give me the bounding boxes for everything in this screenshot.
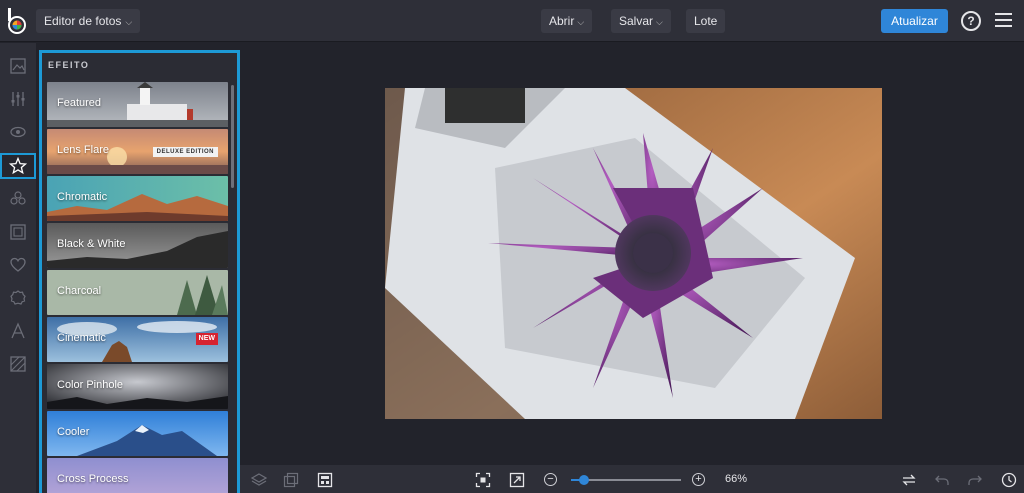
chevron-down-icon: ⌵ — [577, 17, 585, 27]
effect-label: Chromatic — [57, 191, 108, 203]
rail-effects[interactable] — [0, 153, 36, 179]
deluxe-edition-badge: DELUXE EDITION — [152, 147, 218, 157]
zoom-value: 66% — [725, 473, 748, 485]
rail-overlays[interactable] — [0, 285, 36, 311]
panel-scrollbar[interactable] — [231, 85, 234, 188]
effect-label: Lens Flare — [57, 144, 109, 156]
effect-cooler[interactable]: Cooler — [47, 411, 228, 456]
zoom-out-button[interactable]: − — [544, 473, 557, 486]
update-button[interactable]: Atualizar — [881, 9, 948, 33]
effect-color-pinhole[interactable]: Color Pinhole — [47, 364, 228, 409]
zoom-in-button[interactable]: + — [692, 473, 705, 486]
effect-cinematic[interactable]: Cinematic NEW — [47, 317, 228, 362]
zoom-slider-thumb[interactable] — [579, 475, 589, 485]
rail-text[interactable] — [0, 318, 36, 344]
effect-chromatic[interactable]: Chromatic — [47, 176, 228, 221]
photo-image — [385, 88, 882, 419]
effect-label: Charcoal — [57, 285, 102, 297]
open-button-label: Abrir — [549, 14, 575, 28]
effect-featured[interactable]: Featured — [47, 82, 228, 127]
effect-label: Black & White — [57, 238, 126, 250]
heart-icon — [10, 257, 26, 272]
effect-label: Cinematic — [57, 332, 106, 344]
chevron-down-icon: ⌵ — [125, 17, 133, 27]
effect-label: Featured — [57, 97, 102, 109]
chevron-down-icon: ⌵ — [656, 17, 663, 27]
help-icon[interactable]: ? — [961, 11, 981, 31]
befunky-logo-icon[interactable] — [6, 8, 28, 34]
rail-graphics[interactable] — [0, 252, 36, 278]
star-icon — [9, 157, 27, 175]
replace-image-icon[interactable] — [901, 472, 917, 488]
app-selector-label: Editor de fotos — [44, 14, 122, 28]
layout-icon[interactable] — [317, 472, 333, 488]
layers-icon[interactable] — [250, 472, 268, 488]
effects-panel: EFEITO Featured Lens Flare DELUXE EDITIO… — [39, 50, 240, 493]
effect-label: Color Pinhole — [57, 379, 124, 391]
rail-textures[interactable] — [0, 351, 36, 377]
undo-icon[interactable] — [934, 472, 950, 488]
new-badge: NEW — [195, 333, 218, 345]
photo-succulent[interactable] — [385, 88, 882, 419]
sliders-icon — [11, 92, 25, 106]
rail-edit-image[interactable] — [0, 53, 36, 79]
batch-button[interactable]: Lote — [686, 9, 726, 33]
open-button[interactable]: Abrir ⌵ — [541, 9, 593, 33]
rail-adjust[interactable] — [0, 86, 36, 112]
top-bar: Editor de fotos ⌵ Abrir ⌵ Salvar ⌵ Lote Atu… — [0, 0, 1024, 42]
rail-touch-up[interactable] — [0, 119, 36, 145]
hamburger-menu-icon[interactable] — [995, 13, 1012, 27]
image-icon — [10, 58, 26, 74]
effect-lens-flare[interactable]: Lens Flare DELUXE EDITION — [47, 129, 228, 174]
effect-cross-process[interactable]: Cross Process — [47, 458, 228, 493]
artsy-icon — [10, 191, 26, 205]
batch-button-label: Lote — [694, 14, 718, 28]
frame-icon — [10, 224, 26, 240]
redo-icon[interactable] — [967, 472, 983, 488]
app-selector[interactable]: Editor de fotos ⌵ — [36, 9, 141, 33]
badge-icon — [10, 290, 26, 305]
effect-charcoal[interactable]: Charcoal — [47, 270, 228, 315]
compare-icon[interactable] — [283, 472, 299, 488]
save-button-label: Salvar — [619, 14, 654, 28]
bottom-toolbar: − + 66% — [240, 465, 1024, 493]
text-icon — [11, 322, 25, 339]
fit-to-screen-icon[interactable] — [475, 472, 491, 488]
texture-icon — [10, 356, 26, 372]
effect-label: Cooler — [57, 426, 90, 438]
canvas-area — [240, 43, 1024, 464]
eye-icon — [10, 126, 26, 138]
history-icon[interactable] — [1001, 472, 1017, 488]
actual-size-icon[interactable] — [509, 472, 525, 488]
rail-frames[interactable] — [0, 219, 36, 245]
rail-artsy[interactable] — [0, 186, 36, 212]
effect-label: Cross Process — [57, 473, 129, 485]
tool-rail — [0, 43, 36, 493]
panel-title: EFEITO — [48, 60, 90, 70]
effect-black-white[interactable]: Black & White — [47, 223, 228, 268]
save-button[interactable]: Salvar ⌵ — [611, 9, 671, 33]
